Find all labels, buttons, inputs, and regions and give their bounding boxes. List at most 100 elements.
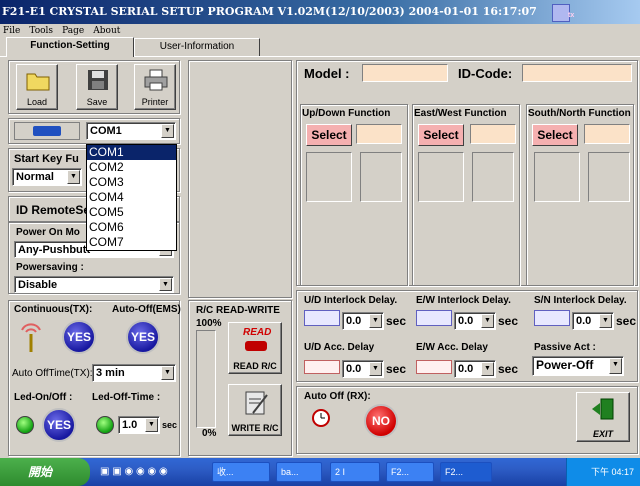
ud-acc-value: 0.0 xyxy=(346,363,362,375)
power-on-value: Any-Pushbutt xyxy=(18,244,91,256)
updown-box-left xyxy=(306,152,352,202)
chevron-down-icon[interactable]: ▼ xyxy=(369,314,382,328)
com-option[interactable]: COM5 xyxy=(87,205,176,220)
clock: 下午 04:17 xyxy=(591,467,635,477)
led-off-time-value: 1.0 xyxy=(122,419,138,431)
ew-interlock-select[interactable]: 0.0 ▼ xyxy=(454,312,496,330)
load-button[interactable]: Load xyxy=(16,64,58,110)
chevron-down-icon[interactable]: ▼ xyxy=(481,314,494,328)
model-field[interactable] xyxy=(362,64,448,82)
sn-interlock-select[interactable]: 0.0 ▼ xyxy=(572,312,614,330)
ud-interlock-select[interactable]: 0.0 ▼ xyxy=(342,312,384,330)
system-tray: 下午 04:17 xyxy=(566,458,640,486)
led-onoff-yes-button[interactable]: YES xyxy=(42,408,76,442)
id-code-field[interactable] xyxy=(522,64,632,82)
floppy-disk-icon xyxy=(88,70,108,90)
auto-off-time-value: 3 min xyxy=(96,367,125,379)
southnorth-select-button[interactable]: Select xyxy=(532,124,578,146)
passive-act-select[interactable]: Power-Off ▼ xyxy=(532,356,624,376)
chevron-down-icon[interactable]: ▼ xyxy=(599,314,612,328)
write-rc-button[interactable]: WRITE R/C xyxy=(228,384,282,436)
led-indicator-icon xyxy=(96,416,114,434)
chevron-down-icon[interactable]: ▼ xyxy=(369,362,382,376)
southnorth-function-title: South/North Function xyxy=(528,108,631,119)
exit-button[interactable]: EXIT xyxy=(576,392,630,442)
chevron-down-icon[interactable]: ▼ xyxy=(67,170,80,184)
acc-delay-icon xyxy=(304,360,340,374)
led-off-time-label: Led-Off-Time : xyxy=(92,392,161,403)
tab-function-setting[interactable]: Function-Setting xyxy=(6,37,134,57)
taskbar-item[interactable]: 收... xyxy=(212,462,270,482)
southnorth-box-left xyxy=(534,152,580,202)
quick-launch-icons[interactable]: ▣ ▣ ◉ ◉ ◉ ◉ xyxy=(100,463,204,481)
menu-page[interactable]: Page xyxy=(59,24,87,38)
eastwest-function-title: East/West Function xyxy=(414,108,507,119)
menu-file[interactable]: File xyxy=(0,24,23,38)
read-rc-button[interactable]: READ READ R/C xyxy=(228,322,282,374)
led-indicator-icon xyxy=(16,416,34,434)
com-option[interactable]: COM6 xyxy=(87,220,176,235)
save-label: Save xyxy=(86,97,108,107)
chevron-down-icon[interactable]: ▼ xyxy=(609,358,622,374)
ew-interlock-value: 0.0 xyxy=(458,315,474,327)
auto-off-rx-no-button[interactable]: NO xyxy=(364,404,398,438)
id-remote-label: ID RemoteSe xyxy=(16,203,91,217)
taskbar-item[interactable]: ba... xyxy=(276,462,322,482)
taskbar-item-active[interactable]: F2... xyxy=(440,462,492,482)
start-button[interactable]: 開始 xyxy=(0,458,90,486)
com-option[interactable]: COM7 xyxy=(87,235,176,250)
menu-bar: File Tools Page About xyxy=(0,24,640,38)
chevron-down-icon[interactable]: ▼ xyxy=(159,278,172,291)
auto-off-ems-yes-button[interactable]: YES xyxy=(126,320,160,354)
ew-acc-select[interactable]: 0.0 ▼ xyxy=(454,360,496,378)
com-option[interactable]: COM4 xyxy=(87,190,176,205)
menu-tools[interactable]: Tools xyxy=(26,24,56,38)
printer-button[interactable]: Printer xyxy=(134,64,176,110)
updown-select-button[interactable]: Select xyxy=(306,124,352,146)
led-onoff-label: Led-On/Off : xyxy=(14,392,73,403)
com-port-value: COM1 xyxy=(90,125,122,137)
chevron-down-icon[interactable]: ▼ xyxy=(161,124,174,138)
auto-off-time-label: Auto OffTime(TX): xyxy=(12,368,93,379)
menu-about[interactable]: About xyxy=(90,24,123,38)
load-label: Load xyxy=(26,97,48,107)
com-port-select[interactable]: COM1 ▼ xyxy=(86,122,176,140)
id-code-label: ID-Code: xyxy=(458,66,513,81)
auto-off-time-select[interactable]: 3 min ▼ xyxy=(92,364,176,382)
sn-interlock-label: S/N Interlock Delay. xyxy=(534,295,627,306)
com-option[interactable]: COM3 xyxy=(87,175,176,190)
ew-interlock-unit: sec xyxy=(498,314,519,328)
updown-box-right xyxy=(360,152,402,202)
powersaving-select[interactable]: Disable ▼ xyxy=(14,276,174,293)
updown-select-field xyxy=(356,124,402,144)
com-port-dropdown[interactable]: COM1 COM2 COM3 COM4 COM5 COM6 COM7 xyxy=(86,144,177,251)
clipboard-pen-icon xyxy=(245,391,268,415)
com-option[interactable]: COM1 xyxy=(87,145,176,160)
powersaving-label: Powersaving : xyxy=(16,262,84,273)
led-off-time-select[interactable]: 1.0 ▼ xyxy=(118,416,160,434)
read-rc-label: READ R/C xyxy=(233,361,277,371)
eastwest-select-button[interactable]: Select xyxy=(418,124,464,146)
taskbar-item[interactable]: F2... xyxy=(386,462,434,482)
alarm-clock-icon xyxy=(312,409,330,427)
chevron-down-icon[interactable]: ▼ xyxy=(161,366,174,380)
folder-icon xyxy=(26,73,50,91)
sn-interlock-value: 0.0 xyxy=(576,315,592,327)
save-button[interactable]: Save xyxy=(76,64,118,110)
updown-function-title: Up/Down Function xyxy=(302,108,391,119)
com-option[interactable]: COM2 xyxy=(87,160,176,175)
ud-acc-select[interactable]: 0.0 ▼ xyxy=(342,360,384,378)
start-label: 開始 xyxy=(28,465,53,479)
ud-interlock-unit: sec xyxy=(386,314,407,328)
taskbar-item[interactable]: 2 I xyxy=(330,462,380,482)
exit-door-icon xyxy=(592,398,614,420)
chevron-down-icon[interactable]: ▼ xyxy=(145,418,158,432)
continuous-yes-button[interactable]: YES xyxy=(62,320,96,354)
rc-progress-bar xyxy=(196,330,216,428)
passive-act-value: Power-Off xyxy=(536,358,594,372)
tx-badge: tx xyxy=(568,12,575,19)
chevron-down-icon[interactable]: ▼ xyxy=(481,362,494,376)
tab-user-information[interactable]: User-Information xyxy=(134,38,260,56)
model-label: Model : xyxy=(304,66,350,81)
start-key-select[interactable]: Normal ▼ xyxy=(12,168,82,186)
